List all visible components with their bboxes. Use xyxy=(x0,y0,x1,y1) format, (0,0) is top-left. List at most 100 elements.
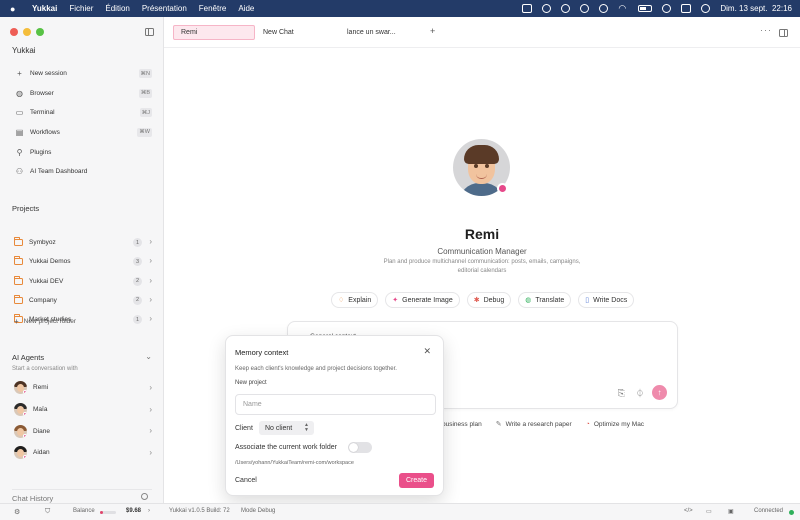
user-icon[interactable] xyxy=(580,4,590,13)
bug-icon: ✱ xyxy=(473,297,480,304)
layout-icon[interactable]: ▣ xyxy=(728,508,734,515)
new-tab-icon[interactable]: + xyxy=(430,26,435,36)
chevron-right-icon: › xyxy=(149,237,152,246)
generate-image-button[interactable]: ✦ Generate Image xyxy=(385,292,460,308)
agent-item-maia[interactable]: Maïa › xyxy=(8,399,156,421)
doc-icon: ▯ xyxy=(585,297,590,304)
debug-button[interactable]: ✱ Debug xyxy=(466,292,512,308)
new-project-label: New project xyxy=(235,380,267,386)
chevron-right-icon[interactable]: › xyxy=(148,508,150,514)
cloud-icon[interactable] xyxy=(561,4,571,13)
close-window-button[interactable] xyxy=(10,28,18,36)
sync-icon[interactable] xyxy=(542,4,552,13)
control-center-icon[interactable] xyxy=(681,4,692,13)
associate-folder-toggle[interactable] xyxy=(348,442,372,453)
agent-role: Communication Manager xyxy=(437,247,527,256)
balance-label: Balance xyxy=(73,508,95,514)
menu-file[interactable]: Fichier xyxy=(69,4,93,13)
agent-item-diane[interactable]: Diane › xyxy=(8,420,156,442)
zoom-window-button[interactable] xyxy=(36,28,44,36)
status-bar: ⚙ ⛉ Balance $9.68 › Yukkai v1.0.5 Build:… xyxy=(0,503,800,520)
suggestion-research-paper[interactable]: ✎ Write a research paper xyxy=(496,420,572,429)
menubar-status-area: ◠ Dim. 13 sept. 22:16 xyxy=(522,0,792,17)
play-icon[interactable] xyxy=(599,4,609,13)
tab-remi[interactable]: Remi xyxy=(173,25,255,40)
agent-item-remi[interactable]: Remi › xyxy=(8,377,156,399)
sidebar-item-browser[interactable]: ◍ Browser ⌘B xyxy=(8,84,156,104)
agent-name: Remi xyxy=(33,384,49,392)
sidebar-toggle-icon[interactable] xyxy=(145,28,154,36)
agent-portrait xyxy=(453,139,510,196)
bulb-icon: ♢ xyxy=(338,297,345,304)
tab-new-chat[interactable]: New Chat xyxy=(256,25,336,40)
chevron-right-icon: › xyxy=(149,314,152,324)
right-panel-toggle-icon[interactable] xyxy=(779,29,788,37)
folder-icon xyxy=(14,295,23,305)
sidebar-item-plugins[interactable]: ⚲ Plugins xyxy=(8,142,156,162)
ai-agents-header[interactable]: AI Agents ⌄ xyxy=(12,352,152,362)
nav-label: Workflows xyxy=(30,129,60,137)
display-icon[interactable] xyxy=(522,4,533,13)
work-folder-path: /Users/yohann/YukkaiTeam/remi-com/worksp… xyxy=(235,460,354,466)
tab-label: lance un swar... xyxy=(347,29,396,36)
search-icon[interactable] xyxy=(141,493,148,500)
suggestion-business-plan[interactable]: business plan xyxy=(442,420,482,428)
project-name: Yukkai DEV xyxy=(29,277,64,285)
cancel-button[interactable]: Cancel xyxy=(235,477,257,484)
minimize-window-button[interactable] xyxy=(23,28,31,36)
chat-history-header[interactable]: Chat History xyxy=(12,489,152,503)
chevron-right-icon: › xyxy=(149,448,152,458)
project-name-input[interactable] xyxy=(235,394,436,415)
menubar-date[interactable]: Dim. 13 sept. 22:16 xyxy=(720,4,792,13)
close-icon[interactable]: ✕ xyxy=(423,346,431,357)
new-project-folder-button[interactable]: + New project folder xyxy=(14,317,76,326)
more-icon[interactable]: ··· xyxy=(760,25,772,35)
menu-edit[interactable]: Édition xyxy=(105,4,129,13)
chat-history-title: Chat History xyxy=(12,494,54,503)
translate-button[interactable]: ◍ Translate xyxy=(518,292,572,308)
project-item[interactable]: Yukkai Demos 3 › xyxy=(8,252,156,271)
siri-icon[interactable] xyxy=(701,4,711,13)
send-button[interactable]: ↑ xyxy=(652,385,667,400)
avatar xyxy=(14,446,27,460)
menu-window[interactable]: Fenêtre xyxy=(199,4,227,13)
agent-item-aidan[interactable]: Aidan › xyxy=(8,442,156,464)
sidebar-nav: + New session ⌘N ◍ Browser ⌘B ▭ Terminal… xyxy=(8,64,156,182)
battery-icon[interactable] xyxy=(638,5,653,12)
nav-label: Terminal xyxy=(30,109,55,117)
settings-gear-icon[interactable]: ⚙ xyxy=(14,508,20,516)
terminal-icon: ▭ xyxy=(15,108,24,118)
microphone-icon[interactable]: ⏀ xyxy=(636,388,644,399)
ai-agents-subtitle: Start a conversation with xyxy=(12,366,78,372)
project-item[interactable]: Symbyoz 1 › xyxy=(8,233,156,252)
create-button[interactable]: Create xyxy=(399,473,434,488)
explain-button[interactable]: ♢ Explain xyxy=(331,292,379,308)
wifi-icon[interactable]: ◠ xyxy=(618,4,628,13)
menu-app[interactable]: Yukkai xyxy=(32,4,57,13)
chevron-right-icon: › xyxy=(149,426,152,436)
sidebar-item-terminal[interactable]: ▭ Terminal ⌘J xyxy=(8,103,156,123)
menu-view[interactable]: Présentation xyxy=(142,4,187,13)
panel-icon[interactable]: ▭ xyxy=(706,508,712,515)
sidebar-item-ai-team-dashboard[interactable]: ⚇ AI Team Dashboard xyxy=(8,162,156,182)
settings-badge-icon[interactable] xyxy=(497,183,508,194)
project-count-badge: 2 xyxy=(133,295,142,305)
project-item[interactable]: Company 2 › xyxy=(8,291,156,310)
suggestion-optimize-mac[interactable]: ◔ Optimize my Mac xyxy=(586,420,644,428)
shield-icon[interactable]: ⛉ xyxy=(45,508,50,516)
apple-icon[interactable]: ● xyxy=(10,4,20,14)
write-docs-button[interactable]: ▯ Write Docs xyxy=(578,292,635,308)
code-icon[interactable]: </> xyxy=(684,508,693,514)
menu-help[interactable]: Aide xyxy=(238,4,254,13)
project-count-badge: 3 xyxy=(133,257,142,267)
search-icon[interactable] xyxy=(662,4,672,13)
attach-icon[interactable]: ⎘ xyxy=(618,388,625,399)
project-item[interactable]: Yukkai DEV 2 › xyxy=(8,272,156,291)
sidebar-item-new-session[interactable]: + New session ⌘N xyxy=(8,64,156,84)
tab-lance-un-swarm[interactable]: lance un swar... xyxy=(340,25,424,40)
sidebar-item-workflows[interactable]: ▤ Workflows ⌘W xyxy=(8,123,156,143)
client-select[interactable]: No client ▲ ▼ xyxy=(259,421,314,435)
new-project-folder-label: New project folder xyxy=(23,318,77,325)
nav-label: Browser xyxy=(30,89,54,97)
project-name: Company xyxy=(29,297,57,305)
